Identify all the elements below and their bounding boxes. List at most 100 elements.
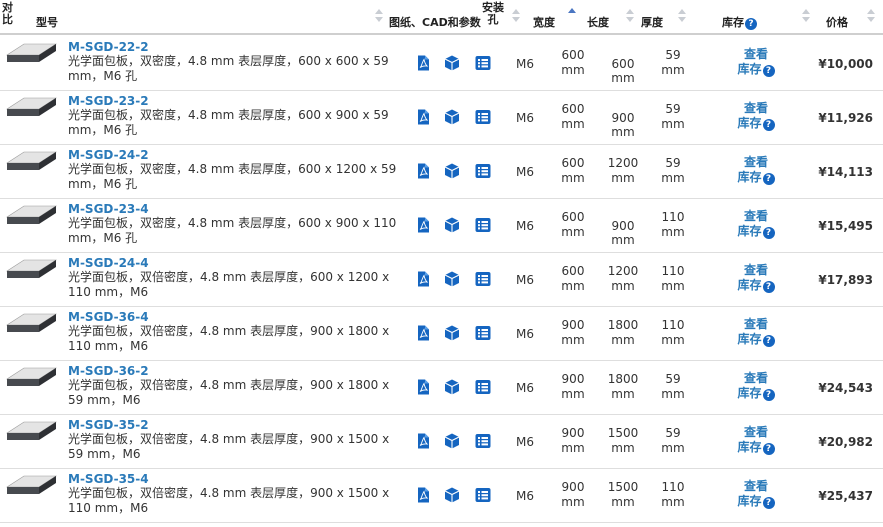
product-thumbnail[interactable]	[4, 419, 59, 443]
view-stock-link[interactable]: 查看 库存?	[732, 101, 780, 131]
spec-list-icon[interactable]	[475, 163, 491, 179]
sort-width-icon[interactable]	[568, 8, 576, 22]
product-description: 光学面包板，双密度，4.8 mm 表层厚度，600 x 900 x 59 mm，…	[68, 108, 389, 137]
sort-length-icon[interactable]	[626, 9, 634, 23]
mounting-holes: M6	[516, 273, 534, 287]
spec-list-icon[interactable]	[475, 109, 491, 125]
length-value: 1800 mm	[607, 372, 639, 401]
model-link[interactable]: M-SGD-23-2	[68, 94, 149, 108]
thickness-value: 59 mm	[661, 426, 685, 455]
header-stock-label: 库存	[722, 16, 744, 29]
cad-cube-icon[interactable]	[444, 379, 460, 395]
sort-stock-icon[interactable]	[802, 9, 810, 23]
mounting-holes: M6	[516, 327, 534, 341]
help-icon[interactable]: ?	[762, 65, 775, 77]
view-stock-link[interactable]: 查看 库存?	[732, 209, 780, 239]
view-stock-link[interactable]: 查看 库存?	[732, 263, 780, 293]
sort-thickness-icon[interactable]	[678, 9, 686, 23]
view-stock-link[interactable]: 查看 库存?	[732, 479, 780, 509]
view-stock-link[interactable]: 查看 库存?	[732, 425, 780, 455]
product-thumbnail[interactable]	[4, 311, 59, 335]
width-value: 600 mm	[561, 102, 585, 131]
help-icon[interactable]: ?	[762, 389, 775, 401]
cad-cube-icon[interactable]	[444, 109, 460, 125]
pdf-icon[interactable]	[415, 271, 431, 287]
model-link[interactable]: M-SGD-24-2	[68, 148, 149, 162]
mounting-holes: M6	[516, 489, 534, 503]
pdf-icon[interactable]	[415, 55, 431, 71]
help-icon[interactable]: ?	[762, 335, 775, 347]
table-row: M-SGD-24-4 光学面包板，双倍密度，4.8 mm 表层厚度，600 x 1…	[0, 253, 883, 307]
pdf-icon[interactable]	[415, 379, 431, 395]
table-row: M-SGD-23-4 光学面包板，双密度，4.8 mm 表层厚度，600 x 90…	[0, 199, 883, 253]
cad-cube-icon[interactable]	[444, 433, 460, 449]
model-link[interactable]: M-SGD-24-4	[68, 256, 149, 270]
product-thumbnail[interactable]	[4, 257, 59, 281]
help-icon[interactable]: ?	[762, 497, 775, 509]
mounting-holes: M6	[516, 219, 534, 233]
pdf-icon[interactable]	[415, 163, 431, 179]
spec-list-icon[interactable]	[475, 55, 491, 71]
width-value: 900 mm	[561, 318, 585, 347]
view-stock-link[interactable]: 查看 库存?	[732, 155, 780, 185]
mounting-holes: M6	[516, 435, 534, 449]
pdf-icon[interactable]	[415, 109, 431, 125]
pdf-icon[interactable]	[415, 325, 431, 341]
width-value: 900 mm	[561, 426, 585, 455]
view-stock-link[interactable]: 查看 库存?	[732, 47, 780, 77]
price-value: ¥25,437	[818, 489, 873, 503]
mounting-holes: M6	[516, 57, 534, 71]
cad-cube-icon[interactable]	[444, 217, 460, 233]
model-link[interactable]: M-SGD-22-2	[68, 40, 149, 54]
product-thumbnail[interactable]	[4, 365, 59, 389]
product-thumbnail[interactable]	[4, 473, 59, 497]
mounting-holes: M6	[516, 165, 534, 179]
model-link[interactable]: M-SGD-23-4	[68, 202, 149, 216]
help-icon[interactable]: ?	[762, 173, 775, 185]
cad-cube-icon[interactable]	[444, 163, 460, 179]
view-stock-link[interactable]: 查看 库存?	[732, 371, 780, 401]
sort-price-icon[interactable]	[867, 9, 875, 23]
thickness-value: 59 mm	[661, 102, 685, 131]
spec-list-icon[interactable]	[475, 433, 491, 449]
sort-model-icon[interactable]	[375, 9, 383, 23]
product-thumbnail[interactable]	[4, 95, 59, 119]
help-icon[interactable]: ?	[762, 443, 775, 455]
cad-cube-icon[interactable]	[444, 487, 460, 503]
header-holes[interactable]: 安装孔	[482, 2, 504, 37]
length-value: 900 mm	[611, 219, 635, 247]
spec-list-icon[interactable]	[475, 217, 491, 233]
spec-list-icon[interactable]	[475, 487, 491, 503]
thickness-value: 110 mm	[661, 318, 685, 347]
thickness-value: 110 mm	[661, 210, 685, 239]
help-icon[interactable]: ?	[745, 18, 757, 30]
model-link[interactable]: M-SGD-36-4	[68, 310, 149, 324]
cad-cube-icon[interactable]	[444, 271, 460, 287]
cad-cube-icon[interactable]	[444, 325, 460, 341]
spec-list-icon[interactable]	[475, 271, 491, 287]
product-description: 光学面包板，双密度，4.8 mm 表层厚度，600 x 1200 x 59 mm…	[68, 162, 397, 191]
mounting-holes: M6	[516, 111, 534, 125]
thickness-value: 110 mm	[661, 480, 685, 509]
pdf-icon[interactable]	[415, 433, 431, 449]
help-icon[interactable]: ?	[762, 119, 775, 131]
length-value: 1200 mm	[607, 156, 639, 185]
product-thumbnail[interactable]	[4, 149, 59, 173]
width-value: 600 mm	[561, 48, 585, 77]
sort-holes-icon[interactable]	[512, 9, 520, 23]
help-icon[interactable]: ?	[762, 227, 775, 239]
model-link[interactable]: M-SGD-35-2	[68, 418, 149, 432]
view-stock-link[interactable]: 查看 库存?	[732, 317, 780, 347]
spec-list-icon[interactable]	[475, 325, 491, 341]
product-thumbnail[interactable]	[4, 203, 59, 227]
spec-list-icon[interactable]	[475, 379, 491, 395]
pdf-icon[interactable]	[415, 217, 431, 233]
pdf-icon[interactable]	[415, 487, 431, 503]
model-link[interactable]: M-SGD-35-4	[68, 472, 149, 486]
help-icon[interactable]: ?	[762, 281, 775, 293]
product-description: 光学面包板，双密度，4.8 mm 表层厚度，600 x 600 x 59 mm，…	[68, 54, 389, 83]
header-compare: 对比	[2, 1, 13, 26]
cad-cube-icon[interactable]	[444, 55, 460, 71]
model-link[interactable]: M-SGD-36-2	[68, 364, 149, 378]
product-thumbnail[interactable]	[4, 41, 59, 65]
